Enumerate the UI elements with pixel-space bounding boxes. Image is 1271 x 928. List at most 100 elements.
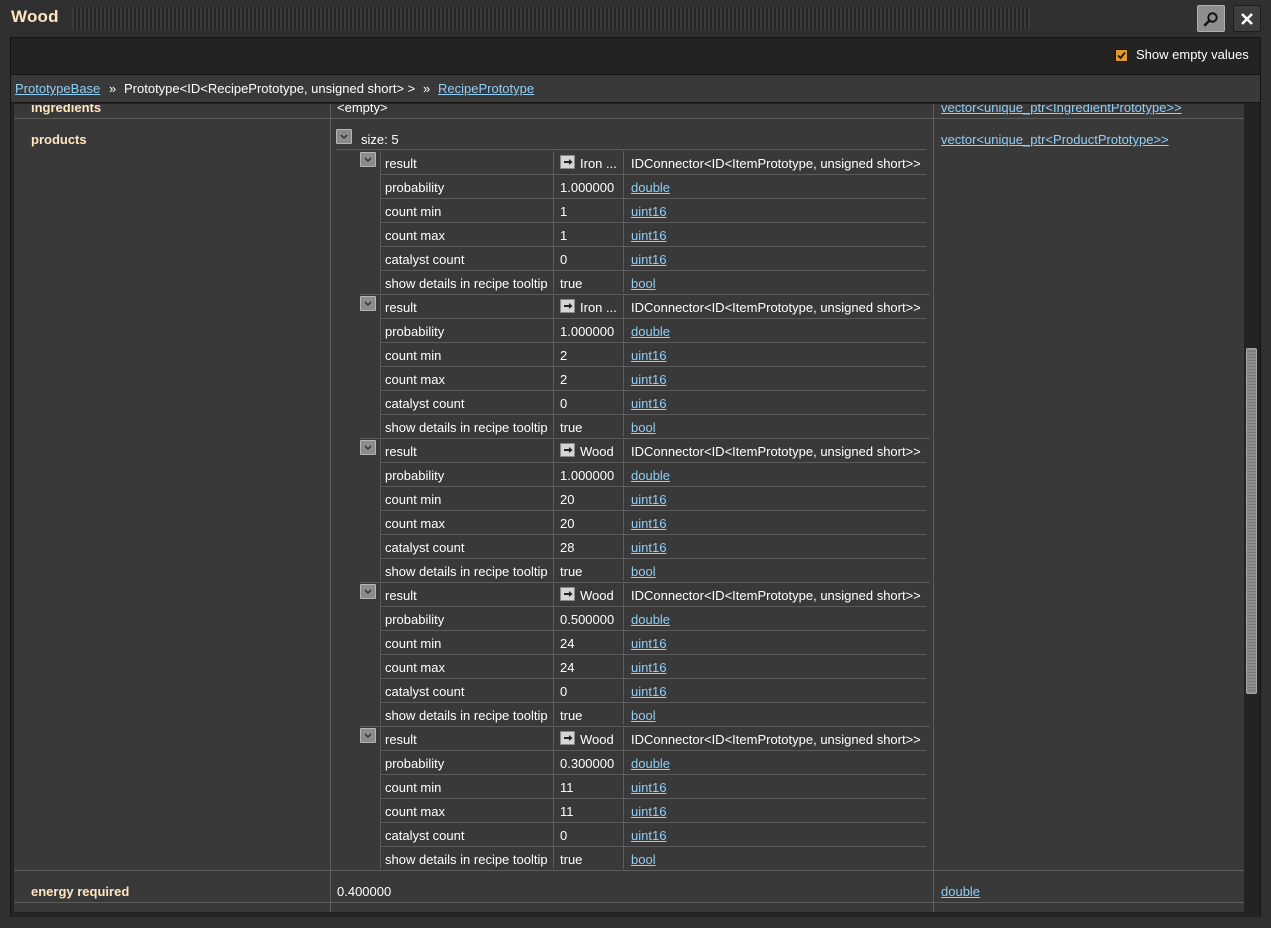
show-empty-label[interactable]: Show empty values	[1136, 47, 1249, 62]
type-link-double[interactable]: double	[631, 612, 670, 627]
field-label-count-max: count max	[385, 372, 445, 387]
product-collapse-button[interactable]	[360, 440, 376, 455]
field-label-count-min: count min	[385, 348, 442, 363]
search-button[interactable]	[1197, 5, 1225, 32]
show-empty-checkbox[interactable]	[1115, 49, 1128, 62]
result-type: IDConnector<ID<ItemPrototype, unsigned s…	[631, 732, 921, 747]
count-min-value: 1	[560, 204, 568, 219]
count-min-value: 2	[560, 348, 568, 363]
type-link-uint16[interactable]: uint16	[631, 492, 666, 507]
field-label-show-details: show details in recipe tooltip	[385, 852, 548, 867]
type-link-uint16[interactable]: uint16	[631, 252, 666, 267]
breadcrumb: PrototypeBase » Prototype<ID<RecipeProto…	[11, 74, 1260, 103]
type-link-uint16[interactable]: uint16	[631, 660, 666, 675]
breadcrumb-prototypebase[interactable]: PrototypeBase	[15, 81, 100, 96]
type-link-uint16[interactable]: uint16	[631, 348, 666, 363]
count-max-value: 11	[560, 804, 574, 819]
field-label-count-max: count max	[385, 660, 445, 675]
goto-item-button[interactable]	[560, 299, 575, 313]
chevron-down-icon	[364, 300, 372, 306]
product-collapse-button[interactable]	[360, 296, 376, 311]
count-min-value: 20	[560, 492, 575, 507]
type-link-double[interactable]: double	[631, 180, 670, 195]
goto-item-button[interactable]	[560, 443, 575, 457]
goto-item-button[interactable]	[560, 587, 575, 601]
type-link-uint16[interactable]: uint16	[631, 204, 666, 219]
result-type: IDConnector<ID<ItemPrototype, unsigned s…	[631, 444, 921, 459]
chevron-down-icon	[340, 133, 348, 139]
count-max-value: 20	[560, 516, 575, 531]
field-label-catalyst-count: catalyst count	[385, 396, 465, 411]
type-link-uint16[interactable]: uint16	[631, 684, 666, 699]
product-collapse-button[interactable]	[360, 584, 376, 599]
catalyst-count-value: 0	[560, 684, 568, 699]
type-link-uint16[interactable]: uint16	[631, 540, 666, 555]
breadcrumb-separator: »	[423, 81, 431, 96]
field-label-count-max: count max	[385, 804, 445, 819]
products-type-link[interactable]: vector<unique_ptr<ProductPrototype>>	[941, 132, 1169, 147]
field-label-result: result	[385, 156, 417, 171]
type-link-uint16[interactable]: uint16	[631, 228, 666, 243]
show-details-value: true	[560, 852, 583, 867]
window-title: Wood	[11, 7, 59, 26]
type-link-bool[interactable]: bool	[631, 420, 656, 435]
count-min-value: 11	[560, 780, 574, 795]
type-link-bool[interactable]: bool	[631, 276, 656, 291]
show-details-value: true	[560, 276, 583, 291]
type-link-uint16[interactable]: uint16	[631, 804, 666, 819]
type-link-double[interactable]: double	[631, 756, 670, 771]
type-link-double[interactable]: double	[631, 324, 670, 339]
products-collapse-button[interactable]	[336, 129, 352, 144]
type-link-bool[interactable]: bool	[631, 564, 656, 579]
type-link-uint16[interactable]: uint16	[631, 516, 666, 531]
goto-item-button[interactable]	[560, 731, 575, 745]
type-link-bool[interactable]: bool	[631, 852, 656, 867]
type-link-uint16[interactable]: uint16	[631, 396, 666, 411]
search-icon	[1203, 11, 1218, 26]
energy-type-link[interactable]: double	[941, 884, 980, 899]
bottom-border	[11, 912, 1260, 917]
count-max-value: 2	[560, 372, 568, 387]
field-label-catalyst-count: catalyst count	[385, 540, 465, 555]
toolbar	[11, 38, 1260, 73]
product-collapse-button[interactable]	[360, 728, 376, 743]
type-link-uint16[interactable]: uint16	[631, 828, 666, 843]
catalyst-count-value: 0	[560, 396, 568, 411]
field-label-probability: probability	[385, 468, 445, 483]
close-button[interactable]	[1233, 5, 1261, 32]
arrow-right-icon	[563, 735, 572, 741]
catalyst-count-value: 28	[560, 540, 575, 555]
ingredients-value: <empty>	[337, 104, 388, 115]
products-key: products	[31, 132, 87, 147]
field-label-catalyst-count: catalyst count	[385, 828, 465, 843]
field-label-result: result	[385, 444, 417, 459]
breadcrumb-prototype: Prototype<ID<RecipePrototype, unsigned s…	[124, 81, 416, 96]
catalyst-count-value: 0	[560, 828, 568, 843]
field-label-probability: probability	[385, 612, 445, 627]
energy-key: energy required	[31, 884, 130, 899]
show-details-value: true	[560, 564, 583, 579]
arrow-right-icon	[563, 447, 572, 453]
type-link-double[interactable]: double	[631, 468, 670, 483]
title-bar[interactable]: Wood	[0, 0, 1271, 36]
breadcrumb-recipeprototype[interactable]: RecipePrototype	[438, 81, 534, 96]
goto-item-button[interactable]	[560, 155, 575, 169]
field-label-count-max: count max	[385, 516, 445, 531]
product-collapse-button[interactable]	[360, 152, 376, 167]
result-value: Wood	[580, 732, 614, 747]
ingredients-key: ingredients	[31, 104, 102, 115]
probability-value: 0.300000	[560, 756, 615, 771]
type-link-bool[interactable]: bool	[631, 708, 656, 723]
field-label-result: result	[385, 588, 417, 603]
type-link-uint16[interactable]: uint16	[631, 780, 666, 795]
type-link-uint16[interactable]: uint16	[631, 636, 666, 651]
property-table[interactable]: ingredients <empty> vector<unique_ptr<In…	[14, 104, 1244, 912]
result-type: IDConnector<ID<ItemPrototype, unsigned s…	[631, 300, 921, 315]
show-details-value: true	[560, 708, 583, 723]
ingredients-type-link[interactable]: vector<unique_ptr<IngredientPrototype>>	[941, 104, 1182, 115]
field-label-show-details: show details in recipe tooltip	[385, 564, 548, 579]
type-link-uint16[interactable]: uint16	[631, 372, 666, 387]
drag-handle[interactable]	[72, 7, 1030, 29]
scrollbar-thumb[interactable]	[1246, 348, 1257, 694]
result-value: Iron ...	[580, 300, 617, 315]
